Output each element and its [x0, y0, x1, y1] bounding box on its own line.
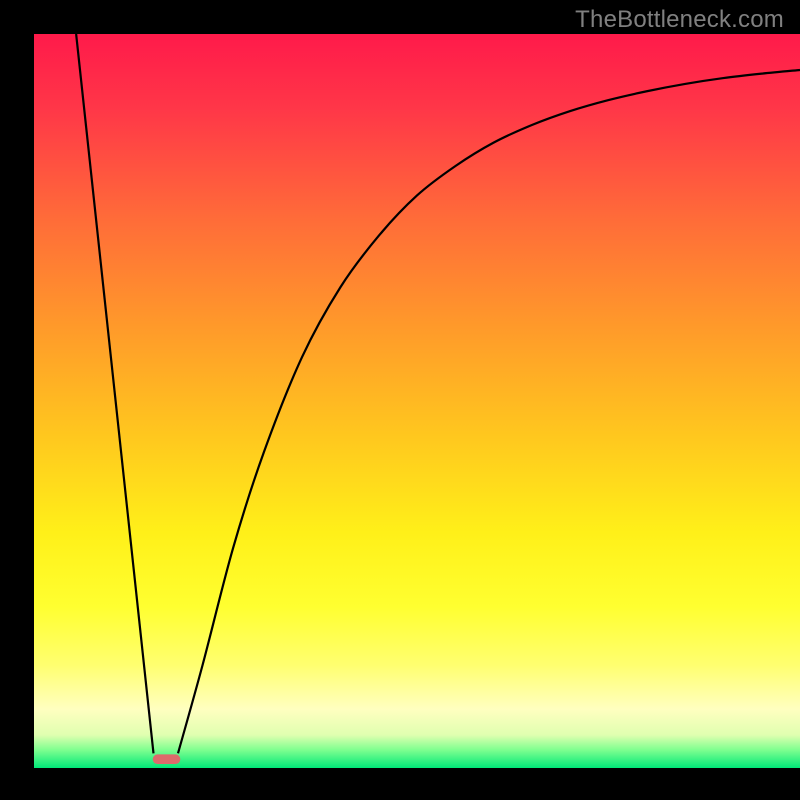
gradient-background: [34, 34, 800, 768]
bottleneck-chart: [0, 0, 800, 800]
watermark-label: TheBottleneck.com: [575, 6, 784, 34]
plot-area: [34, 34, 800, 768]
minimum-marker: [153, 754, 181, 764]
chart-frame: TheBottleneck.com: [0, 0, 800, 800]
